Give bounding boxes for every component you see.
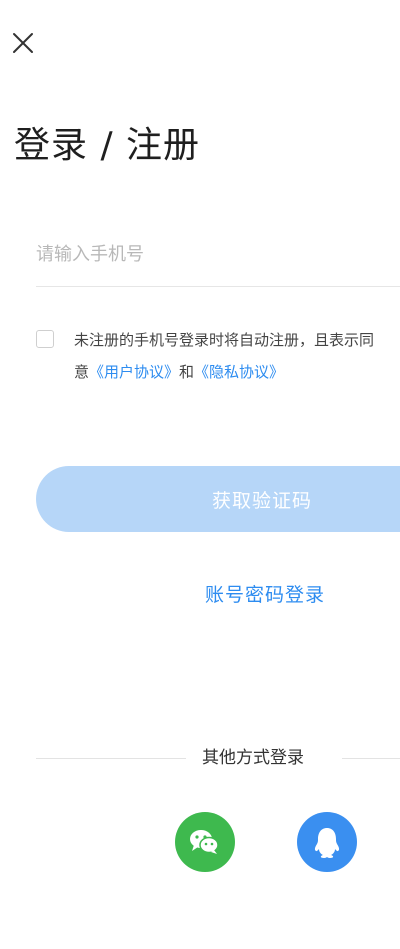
- agreement-line-1: 未注册的手机号登录时将自动注册，且表示同: [74, 331, 375, 349]
- wechat-icon: [190, 830, 219, 854]
- agreement-and: 和: [179, 363, 195, 381]
- phone-input[interactable]: [36, 232, 400, 276]
- phone-field: [36, 232, 400, 287]
- other-login-divider: 其他方式登录: [36, 744, 400, 772]
- agreement-checkbox[interactable]: [36, 330, 54, 348]
- divider-line-left: [36, 758, 186, 759]
- user-agreement-link[interactable]: 《用户协议》: [89, 363, 179, 381]
- wechat-login-button[interactable]: [175, 812, 235, 872]
- agreement-text: 未注册的手机号登录时将自动注册，且表示同 意《用户协议》和《隐私协议》: [74, 328, 400, 384]
- qq-icon: [314, 828, 340, 858]
- page-title: 登录 / 注册: [14, 125, 201, 166]
- get-code-button[interactable]: 获取验证码: [36, 466, 400, 532]
- other-login-label: 其他方式登录: [202, 748, 304, 768]
- password-login-link[interactable]: 账号密码登录: [0, 580, 400, 607]
- divider-line-right: [342, 758, 400, 759]
- agreement-line-2: 意《用户协议》和《隐私协议》: [74, 360, 400, 384]
- privacy-policy-link[interactable]: 《隐私协议》: [194, 363, 284, 381]
- close-icon: [13, 33, 33, 53]
- close-button[interactable]: [8, 28, 40, 60]
- qq-login-button[interactable]: [297, 812, 357, 872]
- agreement-prefix: 意: [74, 363, 90, 381]
- login-page: 登录 / 注册 未注册的手机号登录时将自动注册，且表示同 意《用户协议》和《隐私…: [0, 0, 400, 949]
